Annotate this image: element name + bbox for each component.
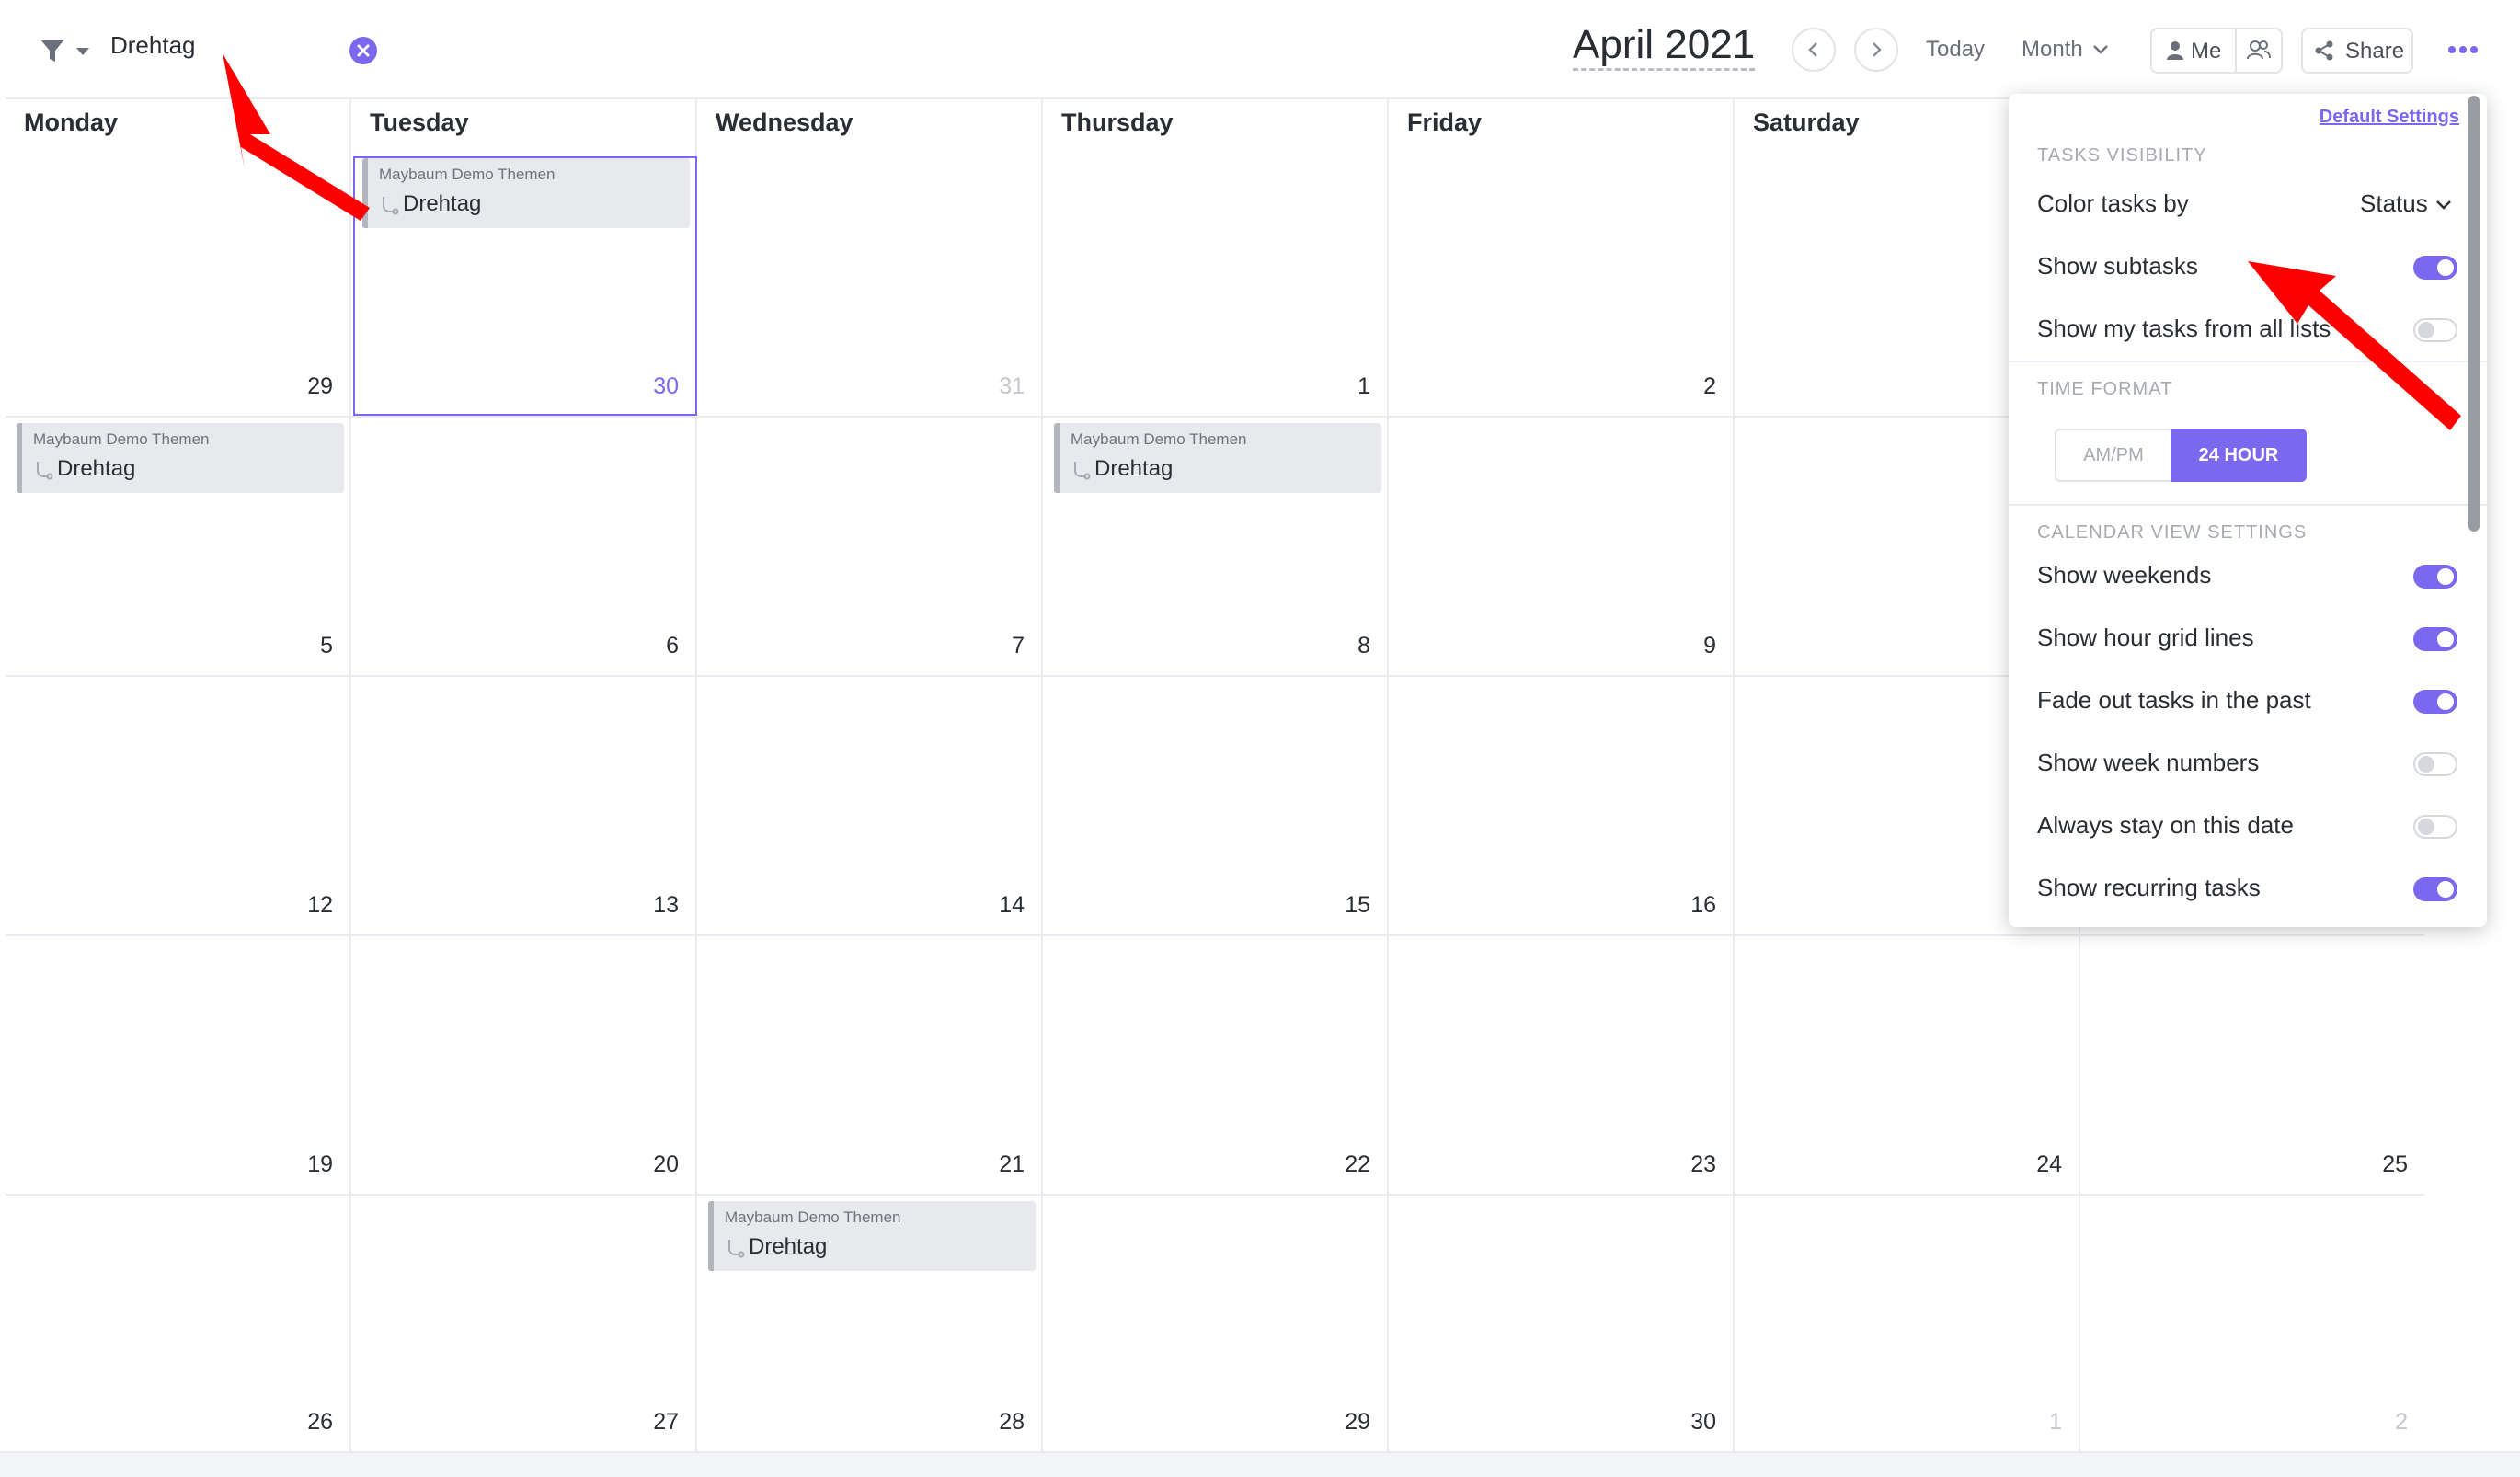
annotation-arrow-right-icon bbox=[2248, 261, 2461, 430]
annotation-arrows bbox=[223, 53, 2461, 430]
annotation-arrow-left-icon bbox=[223, 53, 370, 221]
